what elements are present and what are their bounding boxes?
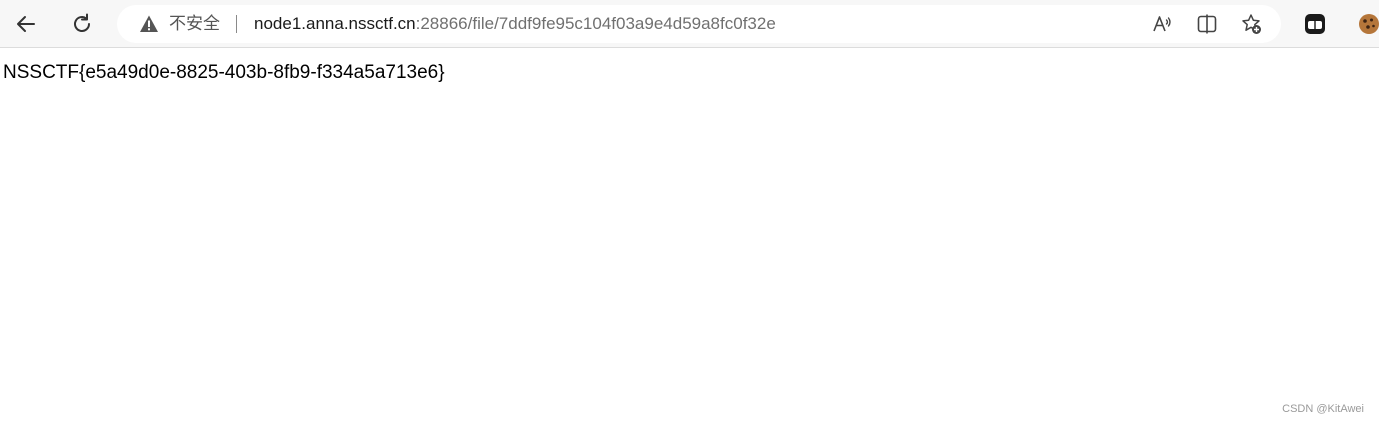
back-arrow-icon <box>17 16 35 32</box>
refresh-icon <box>74 13 90 32</box>
extension-icon[interactable] <box>1303 12 1327 36</box>
address-separator <box>236 15 237 33</box>
cookie-extension-icon[interactable] <box>1357 12 1379 36</box>
back-button[interactable] <box>9 7 43 41</box>
url-host: node1.anna.nssctf.cn <box>254 14 416 33</box>
read-aloud-icon[interactable] <box>1151 13 1173 35</box>
page-content-text: NSSCTF{e5a49d0e-8825-403b-8fb9-f334a5a71… <box>3 62 445 83</box>
warning-icon[interactable] <box>139 14 159 34</box>
split-screen-icon[interactable] <box>1196 13 1218 35</box>
security-status-label[interactable]: 不安全 <box>169 14 220 34</box>
watermark: CSDN @KitAwei <box>1282 403 1364 415</box>
url-text[interactable]: node1.anna.nssctf.cn:28866/file/7ddf9fe9… <box>254 14 776 34</box>
refresh-button[interactable] <box>65 7 99 41</box>
add-favorite-icon[interactable] <box>1240 13 1262 35</box>
url-path: :28866/file/7ddf9fe95c104f03a9e4d59a8fc0… <box>415 14 776 33</box>
browser-toolbar: 不安全 node1.anna.nssctf.cn:28866/file/7ddf… <box>0 0 1379 48</box>
address-bar[interactable]: 不安全 node1.anna.nssctf.cn:28866/file/7ddf… <box>117 5 1281 43</box>
